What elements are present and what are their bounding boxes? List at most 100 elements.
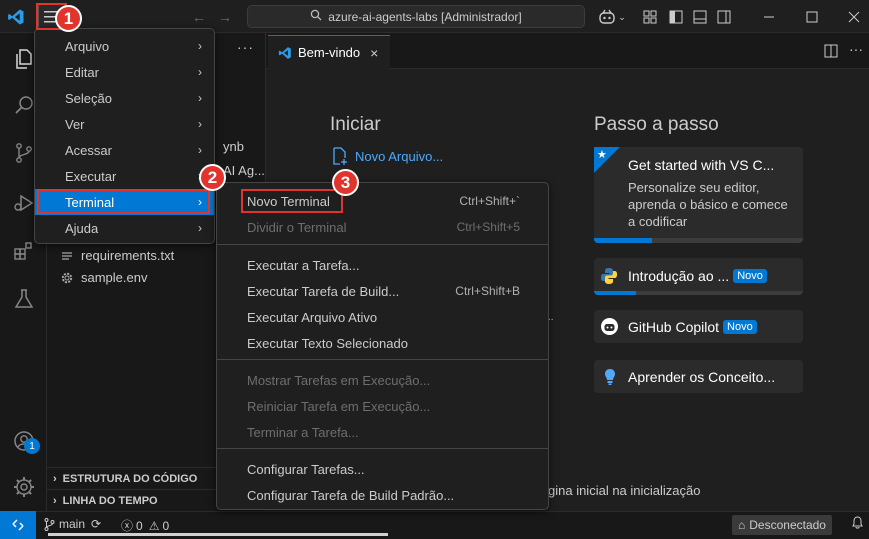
progress-fill (594, 291, 636, 295)
toggle-sidebar-icon[interactable] (667, 8, 685, 26)
connection-status[interactable]: ⌂ Desconectado (732, 515, 832, 535)
warning-count: 0 (162, 518, 170, 533)
back-arrow-icon[interactable]: ← (190, 8, 208, 26)
menu-item-configurar-tarefas[interactable]: Configurar Tarefas... (217, 456, 548, 482)
menu-item-terminar-tarefa[interactable]: Terminar a Tarefa... (217, 419, 548, 445)
branch-name: main (59, 517, 86, 531)
close-window-icon[interactable] (845, 8, 863, 26)
menu-label: Executar Tarefa de Build... (247, 283, 400, 299)
menu-item-executar-texto-selecionado[interactable]: Executar Texto Selecionado (217, 330, 548, 356)
manage-gear-icon[interactable] (0, 467, 47, 507)
menu-item-executar-build[interactable]: Executar Tarefa de Build... Ctrl+Shift+B (217, 278, 548, 304)
menu-label: Executar Texto Selecionado (247, 335, 408, 351)
menu-label: Dividir o Terminal (247, 219, 347, 235)
lightbulb-icon (604, 368, 616, 389)
partial-file-item[interactable]: ynb (223, 139, 244, 154)
file-item-sample-env[interactable]: sample.env (61, 270, 147, 285)
scroll-indicator (48, 533, 388, 536)
step-marker-3: 3 (332, 169, 359, 196)
menu-label: Executar (65, 168, 117, 184)
disconnected-icon: ⌂ (738, 518, 746, 532)
close-tab-icon[interactable]: × (370, 45, 378, 61)
menu-label: Configurar Tarefas... (247, 461, 365, 477)
shortcut: Ctrl+Shift+B (455, 284, 520, 298)
copilot-icon[interactable]: ⌄ (596, 8, 628, 26)
menu-item-arquivo[interactable]: Arquivo › (35, 33, 214, 59)
warning-icon: ⚠ (148, 518, 160, 533)
menu-item-editar[interactable]: Editar › (35, 59, 214, 85)
layout-customize-icon[interactable] (641, 8, 659, 26)
card-description: Personalize seu editor, aprenda o básico… (628, 180, 788, 229)
chevron-right-icon: › (198, 221, 202, 235)
walkthrough-card-concepts[interactable]: Aprender os Conceito... (594, 360, 803, 393)
partial-file-item[interactable]: AI Ag... (223, 163, 265, 178)
card-title-row: GitHub Copilot Novo (628, 319, 757, 335)
problems-indicator[interactable]: ⓧ 0 ⚠ 0 (121, 517, 169, 534)
startup-checkbox-label[interactable]: gina inicial na inicialização (548, 483, 700, 498)
card-title: Introdução ao ... (628, 268, 730, 284)
menu-item-acessar[interactable]: Acessar › (35, 137, 214, 163)
menu-item-configurar-build-padrao[interactable]: Configurar Tarefa de Build Padrão... (217, 482, 548, 508)
new-file-link[interactable]: Novo Arquivo... (332, 147, 443, 165)
forward-arrow-icon[interactable]: → (216, 8, 234, 26)
file-item-requirements[interactable]: requirements.txt (61, 248, 174, 263)
chevron-right-icon: › (53, 494, 57, 507)
menu-item-executar-arquivo-ativo[interactable]: Executar Arquivo Ativo (217, 304, 548, 330)
menu-item-novo-terminal[interactable]: Novo Terminal Ctrl+Shift+` (217, 188, 548, 214)
start-heading: Iniciar (330, 114, 381, 135)
menu-label: Terminar a Tarefa... (247, 424, 359, 440)
menu-item-terminal[interactable]: Terminal › (35, 189, 214, 215)
toggle-secondary-sidebar-icon[interactable] (715, 8, 733, 26)
error-icon: ⓧ (121, 519, 134, 533)
walkthrough-card-copilot[interactable]: GitHub Copilot Novo (594, 310, 803, 343)
step-marker-2: 2 (199, 164, 226, 191)
menu-item-ver[interactable]: Ver › (35, 111, 214, 137)
more-actions-icon[interactable]: ··· (237, 39, 254, 55)
sync-icon: ⟳ (91, 517, 102, 531)
chevron-right-icon: › (198, 143, 202, 157)
walkthrough-card-python[interactable]: Introdução ao ... Novo (594, 258, 803, 295)
menu-item-executar-tarefa[interactable]: Executar a Tarefa... (217, 252, 548, 278)
minimize-icon[interactable] (760, 8, 778, 26)
branch-icon (44, 517, 55, 531)
terminal-submenu: Novo Terminal Ctrl+Shift+` Dividir o Term… (216, 182, 549, 510)
menu-label: Novo Terminal (247, 193, 330, 209)
menu-item-dividir-terminal[interactable]: Dividir o Terminal Ctrl+Shift+5 (217, 214, 548, 240)
menu-separator (217, 244, 548, 245)
menu-item-selecao[interactable]: Seleção › (35, 85, 214, 111)
card-title: Get started with VS C... (628, 157, 775, 173)
menu-label: Arquivo (65, 38, 110, 54)
command-center-search[interactable]: azure-ai-agents-labs [Administrador] (247, 5, 585, 28)
walkthrough-card-getstarted[interactable]: ★ Get started with VS C... Personalize s… (594, 147, 803, 243)
search-text: azure-ai-agents-labs [Administrador] (328, 9, 522, 24)
tab-welcome[interactable]: Bem-vindo × (268, 35, 390, 69)
remote-indicator-icon[interactable] (0, 511, 36, 539)
menu-item-reiniciar-tarefa[interactable]: Reiniciar Tarefa em Execução... (217, 393, 548, 419)
new-file-label: Novo Arquivo... (355, 148, 444, 164)
shortcut: Ctrl+Shift+` (459, 194, 520, 208)
split-editor-icon[interactable] (823, 43, 839, 59)
vscode-logo-icon (6, 7, 26, 27)
menu-label: Executar Arquivo Ativo (247, 309, 378, 325)
tab-label: Bem-vindo (298, 45, 361, 60)
menu-item-mostrar-tarefas[interactable]: Mostrar Tarefas em Execução... (217, 367, 548, 393)
card-title: Aprender os Conceito... (628, 369, 776, 385)
menu-item-executar[interactable]: Executar› (35, 163, 214, 189)
testing-flask-icon[interactable] (0, 279, 47, 319)
menu-item-ajuda[interactable]: Ajuda › (35, 215, 214, 241)
new-badge: Novo (733, 269, 767, 283)
chevron-right-icon: › (198, 65, 202, 79)
toggle-panel-icon[interactable] (691, 8, 709, 26)
maximize-icon[interactable] (803, 8, 821, 26)
accounts-icon[interactable] (0, 421, 47, 461)
card-title: GitHub Copilot (628, 319, 720, 335)
branch-indicator[interactable]: main ⟳ (44, 517, 101, 531)
section-label: LINHA DO TEMPO (62, 494, 158, 507)
menu-label: Executar a Tarefa... (247, 257, 360, 273)
menu-label: Editar (65, 64, 99, 80)
menu-label: Reiniciar Tarefa em Execução... (247, 398, 431, 414)
chevron-right-icon: › (53, 472, 57, 485)
editor-more-icon[interactable]: ··· (849, 41, 863, 57)
notifications-bell-icon[interactable] (852, 516, 863, 532)
menu-label: Mostrar Tarefas em Execução... (247, 372, 431, 388)
